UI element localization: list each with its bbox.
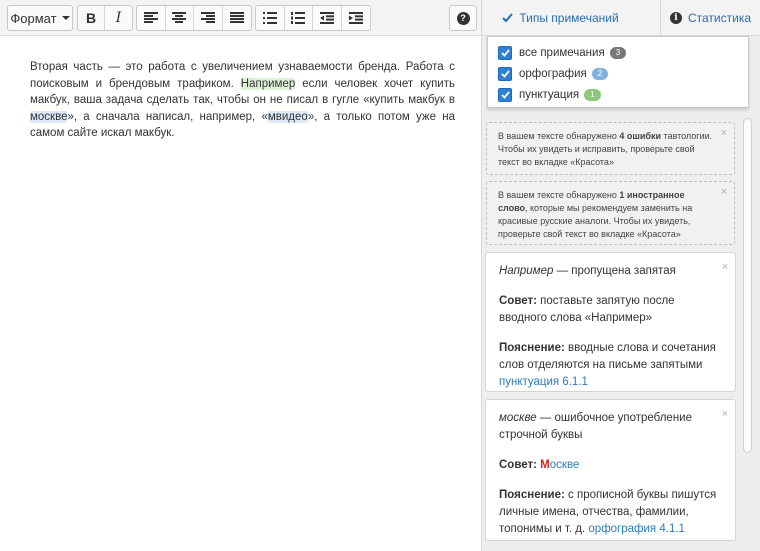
card-explanation: Пояснение: вводные слова и сочетания сло…: [499, 340, 721, 391]
editor-text[interactable]: Вторая часть — это работа с увеличением …: [30, 59, 455, 142]
tautology-notice: × В вашем тексте обнаружено 4 ошибки тав…: [486, 122, 735, 175]
italic-button[interactable]: I: [105, 6, 132, 30]
tab-statistics-label: Статистика: [687, 11, 752, 25]
card-title-text: — пропущена запятая: [553, 265, 676, 277]
card-explanation: Пояснение: с прописной буквы пишутся лич…: [499, 487, 721, 538]
card-advice: Совет: Москве: [499, 457, 721, 474]
format-label: Формат: [10, 10, 57, 26]
notice-text: , которые мы рекомендуем заменить на кра…: [498, 203, 693, 239]
info-icon: i: [669, 12, 682, 24]
tab-note-types-label: Типы примечаний: [519, 11, 619, 25]
close-icon[interactable]: ×: [722, 406, 728, 423]
explanation-label: Пояснение:: [499, 342, 565, 354]
spelling-error-card[interactable]: × москве — ошибочное употребление строчн…: [485, 399, 736, 541]
filter-spelling[interactable]: орфография 2: [498, 65, 609, 82]
tab-statistics[interactable]: i Статистика: [660, 0, 760, 36]
explanation-label: Пояснение:: [499, 489, 565, 501]
indent-button[interactable]: [342, 6, 370, 30]
text-segment: », а сначала написал, например, «: [67, 110, 268, 123]
check-icon: [502, 13, 514, 23]
card-title: москве — ошибочное употребление строчной…: [499, 410, 721, 444]
align-center-icon: [172, 12, 187, 24]
align-right-button[interactable]: [194, 6, 223, 30]
rule-link[interactable]: пунктуация 6.1.1: [499, 376, 588, 388]
card-title: Например — пропущена запятая: [499, 263, 721, 280]
checkbox-checked-icon[interactable]: [498, 87, 512, 102]
note-type-filter: все примечания 3 орфография 2 пунктуация…: [487, 36, 749, 108]
indent-icon: [348, 12, 363, 24]
chevron-down-icon: [61, 16, 70, 20]
format-dropdown[interactable]: Формат: [7, 5, 73, 31]
notice-count: 4 ошибки: [619, 131, 661, 141]
foreign-word-notice: × В вашем тексте обнаружено 1 иностранно…: [486, 181, 735, 245]
help-icon: ?: [456, 11, 470, 25]
foreign-word-highlight[interactable]: мвидео: [267, 110, 308, 123]
filter-label: все примечания: [519, 46, 605, 59]
text-style-group: B I: [77, 5, 133, 31]
suggestion-link[interactable]: Москве: [540, 459, 579, 471]
error-word: Например: [499, 265, 554, 277]
notice-text: В вашем тексте обнаружено: [498, 190, 620, 200]
align-group: [136, 5, 252, 31]
checkbox-checked-icon[interactable]: [498, 66, 512, 81]
suggestion-changed-letter: М: [540, 459, 550, 471]
checkbox-checked-icon[interactable]: [498, 45, 512, 60]
filter-label: орфография: [519, 67, 587, 80]
align-right-icon: [200, 12, 215, 24]
advice-label: Совет:: [499, 459, 537, 471]
bold-icon: B: [85, 10, 97, 26]
align-left-icon: [143, 12, 158, 24]
count-badge: 1: [584, 88, 601, 101]
panel-scrollbar[interactable]: [743, 118, 752, 453]
suggestion-rest: оскве: [549, 459, 580, 471]
outdent-icon: [319, 12, 334, 24]
count-badge: 2: [591, 67, 609, 80]
toolbar: Формат B I ? Типы примечаний i Статистик…: [0, 0, 760, 36]
bold-button[interactable]: B: [78, 6, 106, 30]
italic-icon: I: [115, 10, 122, 26]
filter-punctuation[interactable]: пунктуация 1: [498, 86, 601, 103]
filter-all[interactable]: все примечания 3: [498, 44, 627, 61]
align-center-button[interactable]: [166, 6, 194, 30]
error-word: москве: [499, 412, 537, 424]
close-icon[interactable]: ×: [721, 127, 727, 140]
punctuation-error-card[interactable]: × Например — пропущена запятая Совет: по…: [485, 252, 736, 392]
tab-note-types[interactable]: Типы примечаний: [481, 0, 639, 36]
advice-label: Совет:: [499, 295, 537, 307]
list-group: [255, 5, 371, 31]
outdent-button[interactable]: [313, 6, 342, 30]
notice-text: В вашем тексте обнаружено: [498, 131, 620, 141]
close-icon[interactable]: ×: [722, 259, 728, 276]
spelling-error-highlight[interactable]: москве: [30, 110, 68, 123]
bullet-list-button[interactable]: [256, 6, 285, 30]
bullet-list-icon: [262, 12, 277, 24]
text-editor[interactable]: Вторая часть — это работа с увеличением …: [0, 36, 481, 551]
align-justify-icon: [229, 12, 244, 24]
help-button[interactable]: ?: [449, 5, 477, 31]
filter-label: пунктуация: [519, 88, 580, 101]
numbered-list-icon: [291, 12, 306, 24]
align-left-button[interactable]: [137, 6, 166, 30]
numbered-list-button[interactable]: [285, 6, 313, 30]
align-justify-button[interactable]: [223, 6, 251, 30]
count-badge: 3: [609, 46, 627, 59]
close-icon[interactable]: ×: [721, 186, 727, 199]
punctuation-error-highlight[interactable]: Например: [240, 77, 296, 90]
rule-link[interactable]: орфография 4.1.1: [588, 523, 685, 535]
card-advice: Совет: поставьте запятую после вводного …: [499, 293, 721, 327]
